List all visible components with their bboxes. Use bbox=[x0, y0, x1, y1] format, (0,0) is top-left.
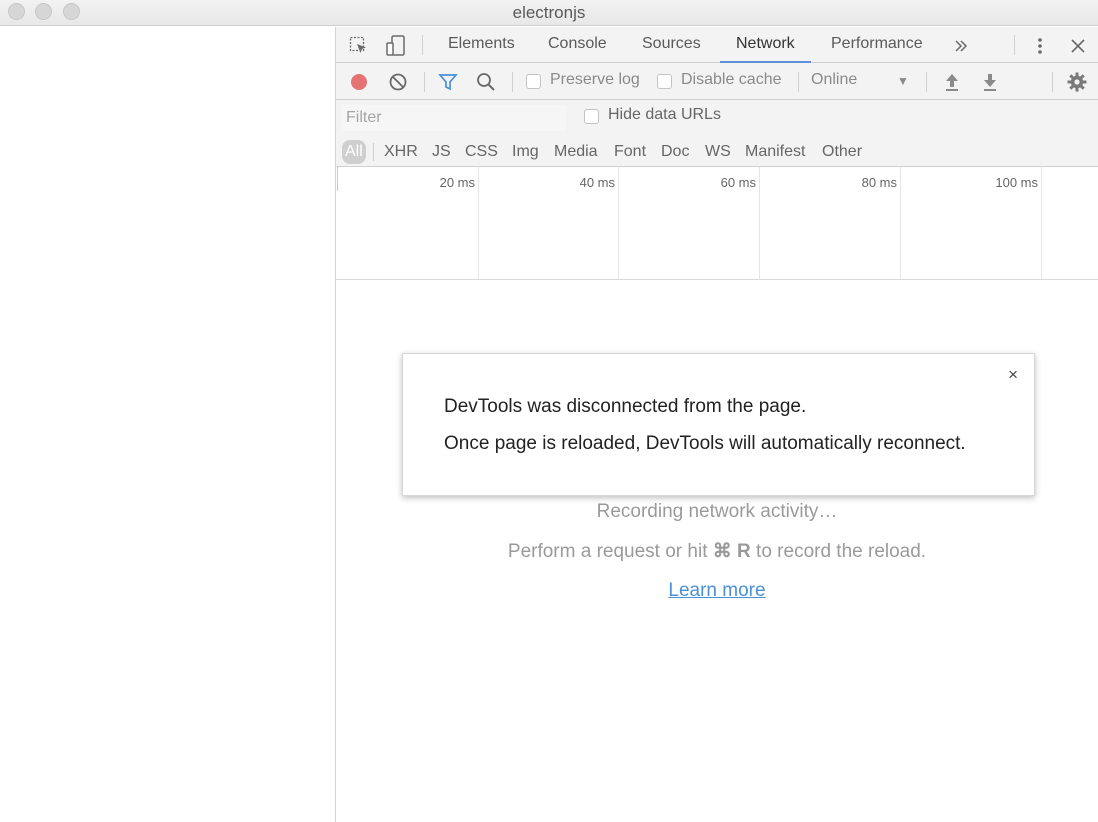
device-toolbar-icon[interactable] bbox=[385, 35, 407, 57]
more-options-icon[interactable] bbox=[1029, 35, 1051, 57]
timeline-tick: 80 ms bbox=[861, 175, 897, 190]
disable-cache-checkbox[interactable] bbox=[657, 74, 672, 89]
record-button[interactable] bbox=[348, 71, 370, 93]
timeline-tick: 40 ms bbox=[579, 175, 615, 190]
type-filter-img[interactable]: Img bbox=[512, 140, 539, 164]
tab-console[interactable]: Console bbox=[546, 27, 609, 63]
clear-icon[interactable] bbox=[387, 71, 409, 93]
search-icon[interactable] bbox=[475, 71, 497, 93]
learn-more-link[interactable]: Learn more bbox=[668, 580, 765, 602]
preserve-log-checkbox[interactable] bbox=[526, 74, 541, 89]
filter-icon[interactable] bbox=[437, 71, 459, 93]
type-filter-js[interactable]: JS bbox=[432, 140, 451, 164]
dialog-message-line1: DevTools was disconnected from the page. bbox=[444, 396, 807, 417]
type-filter-manifest[interactable]: Manifest bbox=[745, 140, 805, 164]
timeline-tick: 100 ms bbox=[995, 175, 1038, 190]
disable-cache-label: Disable cache bbox=[681, 71, 782, 88]
hide-data-urls-checkbox[interactable] bbox=[584, 109, 599, 124]
reload-hint-suffix: to record the reload. bbox=[750, 541, 927, 562]
close-devtools-icon[interactable] bbox=[1067, 35, 1089, 57]
timeline-tick: 60 ms bbox=[720, 175, 756, 190]
timeline-tick: 20 ms bbox=[439, 175, 475, 190]
type-filter-doc[interactable]: Doc bbox=[661, 140, 689, 164]
app-page-area bbox=[0, 27, 336, 822]
type-filter-xhr[interactable]: XHR bbox=[384, 140, 418, 164]
tab-performance[interactable]: Performance bbox=[829, 27, 925, 63]
type-filter-css[interactable]: CSS bbox=[465, 140, 498, 164]
window-titlebar: electronjs bbox=[0, 0, 1098, 26]
tab-elements[interactable]: Elements bbox=[446, 27, 517, 63]
tab-sources[interactable]: Sources bbox=[640, 27, 703, 63]
close-icon[interactable]: × bbox=[1008, 365, 1018, 385]
filter-bar: Hide data URLs All XHR JS CSS Img Media … bbox=[336, 100, 1098, 167]
window-title: electronjs bbox=[512, 3, 586, 22]
network-overview-timeline[interactable]: 20 ms 40 ms 60 ms 80 ms 100 ms bbox=[336, 167, 1098, 280]
preserve-log-label: Preserve log bbox=[550, 71, 640, 88]
reload-hint: Perform a request or hit ⌘ R to record t… bbox=[336, 540, 1098, 563]
gear-icon[interactable] bbox=[1066, 71, 1088, 93]
empty-state: Recording network activity… Perform a re… bbox=[336, 501, 1098, 602]
network-toolbar: Preserve log Disable cache Online ▼ bbox=[336, 63, 1098, 100]
double-chevron-right-icon[interactable] bbox=[950, 35, 972, 57]
devtools-tabbar: Elements Console Sources Network Perform… bbox=[336, 27, 1098, 63]
reload-hint-prefix: Perform a request or hit bbox=[507, 541, 713, 562]
inspect-element-icon[interactable] bbox=[348, 35, 370, 57]
reload-shortcut: ⌘ R bbox=[712, 541, 751, 562]
recording-message: Recording network activity… bbox=[596, 501, 838, 522]
export-har-icon[interactable] bbox=[979, 71, 1001, 93]
type-filter-other[interactable]: Other bbox=[822, 140, 862, 164]
type-filter-media[interactable]: Media bbox=[554, 140, 598, 164]
dialog-message-line2: Once page is reloaded, DevTools will aut… bbox=[444, 433, 966, 454]
type-filter-ws[interactable]: WS bbox=[705, 140, 731, 164]
type-filter-font[interactable]: Font bbox=[614, 140, 646, 164]
chevron-down-icon[interactable]: ▼ bbox=[897, 74, 909, 88]
throttling-select[interactable]: Online bbox=[811, 71, 857, 89]
import-har-icon[interactable] bbox=[941, 71, 963, 93]
hide-data-urls-label: Hide data URLs bbox=[608, 106, 721, 123]
disconnected-dialog: × DevTools was disconnected from the pag… bbox=[402, 353, 1035, 496]
tab-network[interactable]: Network bbox=[720, 27, 811, 63]
filter-input[interactable] bbox=[341, 105, 566, 131]
type-filter-all[interactable]: All bbox=[342, 140, 366, 164]
